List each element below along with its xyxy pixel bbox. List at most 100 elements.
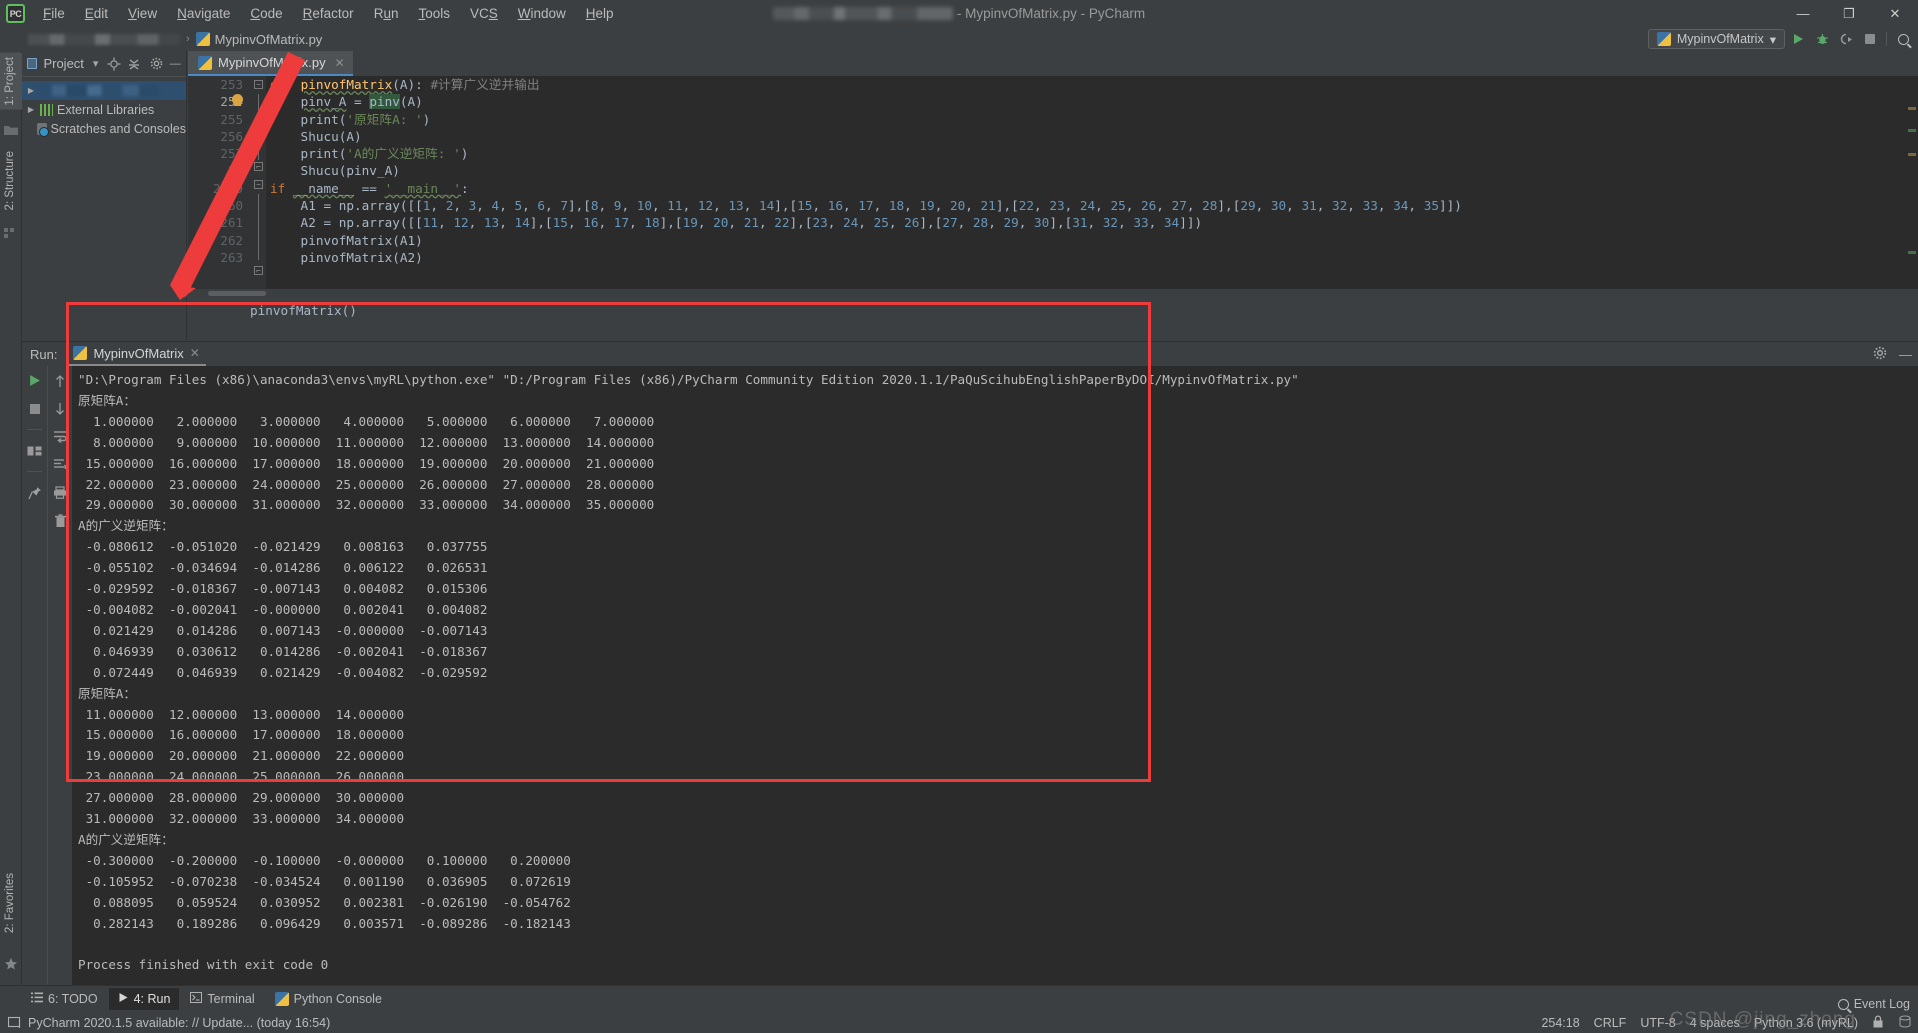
minimize-button[interactable]: —	[1780, 0, 1826, 27]
breadcrumb-redacted[interactable]	[28, 33, 180, 45]
close-button[interactable]: ✕	[1872, 0, 1918, 27]
structure-icon[interactable]	[4, 226, 18, 240]
console-line: -0.004082 -0.002041 -0.000000 0.002041 0…	[78, 601, 488, 617]
locate-icon[interactable]	[107, 56, 121, 71]
python-file-icon	[195, 32, 210, 46]
run-gutter-icon[interactable]	[231, 182, 239, 192]
intention-bulb-icon[interactable]	[232, 94, 243, 106]
menu-file[interactable]: File	[33, 2, 75, 25]
tool-window-terminal[interactable]: Terminal	[181, 988, 263, 1010]
console-line: -0.080612 -0.051020 -0.021429 0.008163 0…	[78, 539, 488, 555]
menu-help[interactable]: Help	[576, 2, 624, 25]
stop-icon[interactable]	[1859, 29, 1881, 49]
minimize-icon[interactable]: —	[1899, 347, 1912, 362]
line-number: 261	[220, 215, 243, 231]
collapse-all-icon[interactable]	[127, 56, 141, 71]
tool-window-todo[interactable]: 6: TODO	[22, 988, 107, 1010]
run-console[interactable]: "D:\Program Files (x86)\anaconda3\envs\m…	[72, 366, 1918, 985]
chevron-down-icon: ▾	[1769, 32, 1776, 47]
code-line: def pinvofMatrix(A): #计算广义逆并输出	[270, 77, 540, 92]
breadcrumb-file[interactable]: MypinvOfMatrix.py	[195, 32, 322, 47]
lock-icon[interactable]	[1872, 1015, 1884, 1031]
menu-window[interactable]: Window	[508, 2, 576, 25]
code-text[interactable]: def pinvofMatrix(A): #计算广义逆并输出 pinv_A = …	[266, 76, 1918, 289]
pin-icon[interactable]	[26, 484, 43, 501]
event-log-icon	[1837, 998, 1849, 1010]
tree-item-project-root[interactable]: ▶	[22, 81, 186, 100]
print-icon[interactable]	[52, 484, 69, 501]
fold-icon[interactable]: −	[254, 180, 263, 189]
menu-tools[interactable]: Tools	[408, 2, 460, 25]
console-line: 0.282143 0.189286 0.096429 0.003571 -0.0…	[78, 915, 571, 931]
gear-icon[interactable]	[1873, 346, 1887, 363]
sidebar-tab-favorites[interactable]: 2: Favorites	[0, 869, 22, 937]
run-configuration-selector[interactable]: MypinvOfMatrix ▾	[1647, 29, 1785, 49]
code-line: A2 = np.array([[11, 12, 13, 14],[15, 16,…	[270, 215, 1203, 231]
run-tab-mypinvofmatrix[interactable]: MypinvOfMatrix ✕	[67, 342, 206, 366]
close-icon[interactable]: ✕	[335, 56, 345, 70]
run-actions-primary	[22, 366, 47, 985]
editor-horizontal-scrollbar[interactable]	[188, 289, 1918, 298]
notification-icon	[8, 1016, 21, 1029]
soft-wrap-icon[interactable]	[52, 428, 69, 445]
scroll-to-end-icon[interactable]	[52, 456, 69, 473]
line-separator[interactable]: CRLF	[1594, 1016, 1627, 1030]
fold-icon[interactable]: −	[254, 80, 263, 89]
tree-item-scratches[interactable]: Scratches and Consoles	[22, 119, 186, 138]
expand-arrow-icon[interactable]: ▶	[26, 105, 36, 114]
coverage-icon[interactable]	[1835, 29, 1857, 49]
menu-refactor[interactable]: Refactor	[293, 2, 364, 25]
redacted-path-title	[772, 7, 953, 20]
console-line: 22.000000 23.000000 24.000000 25.000000 …	[78, 476, 655, 492]
close-icon[interactable]: ✕	[190, 346, 200, 360]
star-icon[interactable]	[4, 957, 18, 971]
scrollbar-thumb[interactable]	[208, 291, 266, 296]
status-message[interactable]: PyCharm 2020.1.5 available: // Update...…	[28, 1016, 330, 1030]
menu-vcs[interactable]: VCS	[460, 2, 508, 25]
menu-navigate[interactable]: Navigate	[167, 2, 240, 25]
fold-icon[interactable]: ⌐	[254, 162, 263, 171]
expand-arrow-icon[interactable]: ▶	[26, 86, 36, 95]
menu-code[interactable]: Code	[240, 2, 292, 25]
tool-window-python-console[interactable]: Python Console	[266, 988, 391, 1010]
chevron-down-icon[interactable]: ▾	[90, 56, 102, 71]
line-number: 255	[220, 111, 243, 127]
menu-run[interactable]: Run	[364, 2, 409, 25]
menu-view[interactable]: View	[118, 2, 167, 25]
stop-icon[interactable]	[26, 400, 43, 417]
editor-scrollbar[interactable]	[1906, 101, 1918, 289]
editor-tabs: MypinvOfMatrix.py ✕	[188, 51, 1918, 76]
up-icon[interactable]	[52, 372, 69, 389]
tree-item-external-libraries[interactable]: ▶ External Libraries	[22, 100, 186, 119]
scratches-icon	[37, 122, 49, 137]
debug-icon[interactable]	[1811, 29, 1833, 49]
tool-window-run[interactable]: 4: Run	[108, 988, 180, 1010]
console-scrollbar[interactable]	[1907, 366, 1918, 985]
maximize-button[interactable]: ❐	[1826, 0, 1872, 27]
database-icon[interactable]	[1898, 1014, 1912, 1031]
run-icon[interactable]	[1787, 29, 1809, 49]
trash-icon[interactable]	[52, 512, 69, 529]
rerun-icon[interactable]	[26, 372, 43, 389]
console-output[interactable]: "D:\Program Files (x86)\anaconda3\envs\m…	[72, 366, 1918, 985]
sidebar-tab-project[interactable]: 1: Project	[0, 53, 22, 110]
menu-edit[interactable]: Edit	[75, 2, 118, 25]
sidebar-tab-structure[interactable]: 2: Structure	[0, 147, 22, 214]
editor-tab-mypinvofmatrix[interactable]: MypinvOfMatrix.py ✕	[188, 51, 353, 76]
project-tree: ▶ ▶ External Libraries Scratches and Con…	[22, 77, 186, 142]
search-icon[interactable]	[1892, 29, 1914, 49]
code-line: if __name__ == '__main__':	[270, 180, 469, 196]
fold-icon[interactable]: ⌐	[254, 266, 263, 275]
gear-icon[interactable]	[150, 56, 163, 71]
run-tool-window: Run: MypinvOfMatrix ✕ — "D:\Program File…	[22, 341, 1918, 985]
line-number: 262	[220, 232, 243, 248]
folder-icon[interactable]	[4, 123, 18, 137]
tool-window-label: 4: Run	[133, 992, 171, 1006]
code-line: print('原矩阵A: ')	[270, 111, 431, 127]
down-icon[interactable]	[52, 400, 69, 417]
watermark: CSDN @jing_zhong	[1669, 1009, 1856, 1030]
caret-position[interactable]: 254:18	[1541, 1016, 1579, 1030]
layout-icon[interactable]	[26, 442, 43, 459]
console-line: 1.000000 2.000000 3.000000 4.000000 5.00…	[78, 413, 655, 429]
hide-panel-icon[interactable]: —	[169, 56, 181, 71]
